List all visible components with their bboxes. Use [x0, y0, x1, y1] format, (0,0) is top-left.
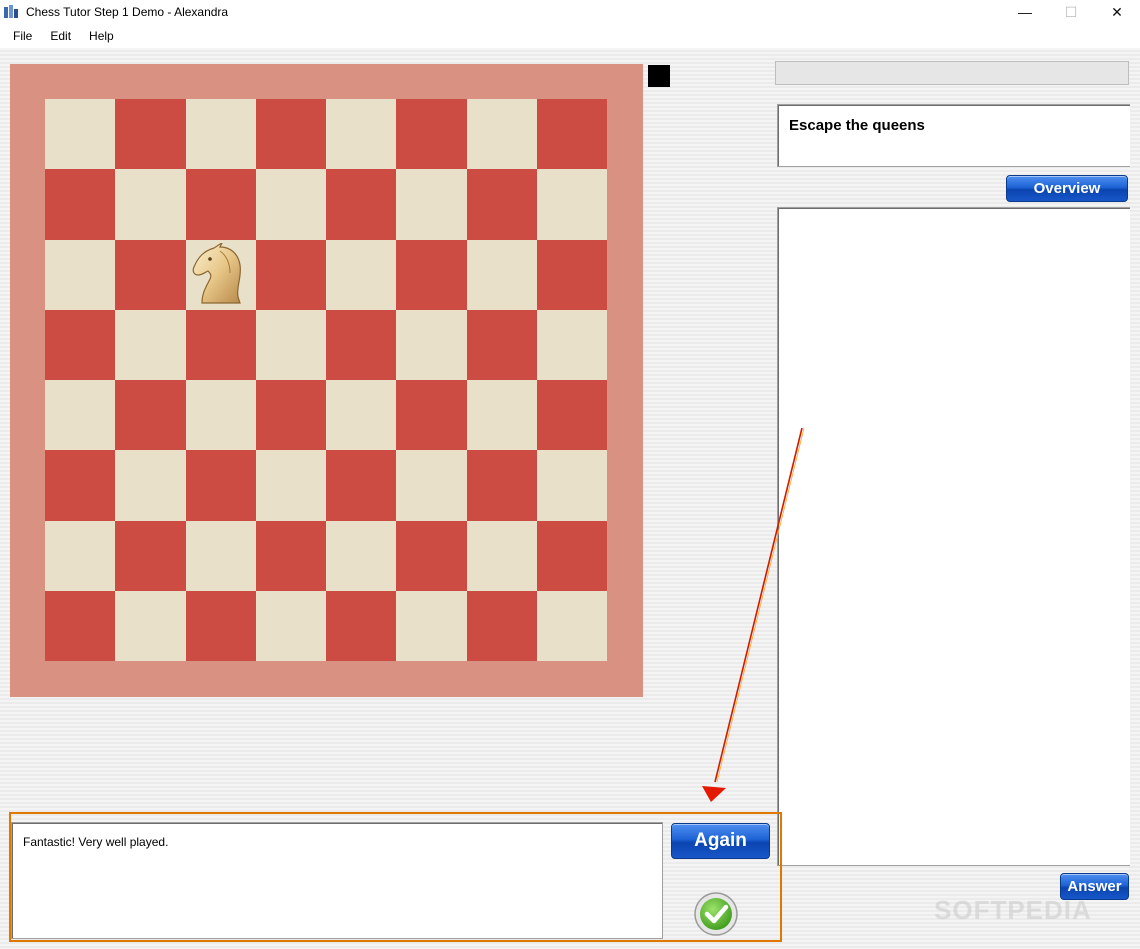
- square-h1[interactable]: [536, 590, 607, 661]
- square-g8[interactable]: [466, 99, 537, 170]
- square-d1[interactable]: [255, 590, 326, 661]
- title-bar: Chess Tutor Step 1 Demo - Alexandra — ☐ …: [0, 0, 1140, 24]
- square-f2[interactable]: [396, 520, 467, 591]
- square-e3[interactable]: [326, 450, 397, 521]
- square-h2[interactable]: [536, 520, 607, 591]
- square-e1[interactable]: [326, 590, 397, 661]
- square-a7[interactable]: [45, 169, 116, 240]
- window-title: Chess Tutor Step 1 Demo - Alexandra: [26, 5, 229, 19]
- turn-indicator: [648, 65, 670, 87]
- square-h8[interactable]: [536, 99, 607, 170]
- square-d7[interactable]: [255, 169, 326, 240]
- overview-button[interactable]: Overview: [1006, 175, 1128, 202]
- square-d8[interactable]: [255, 99, 326, 170]
- square-h7[interactable]: [536, 169, 607, 240]
- square-c2[interactable]: [185, 520, 256, 591]
- menu-help[interactable]: Help: [80, 29, 123, 43]
- menu-file[interactable]: File: [4, 29, 41, 43]
- square-c4[interactable]: [185, 380, 256, 451]
- square-d3[interactable]: [255, 450, 326, 521]
- square-d6[interactable]: [255, 239, 326, 310]
- square-g3[interactable]: [466, 450, 537, 521]
- square-g7[interactable]: [466, 169, 537, 240]
- square-a6[interactable]: [45, 239, 116, 310]
- square-c7[interactable]: [185, 169, 256, 240]
- square-b1[interactable]: [115, 590, 186, 661]
- square-a2[interactable]: [45, 520, 116, 591]
- square-g4[interactable]: [466, 380, 537, 451]
- menu-bar: File Edit Help: [0, 24, 1140, 48]
- square-d5[interactable]: [255, 309, 326, 380]
- square-f3[interactable]: [396, 450, 467, 521]
- square-h3[interactable]: [536, 450, 607, 521]
- square-f1[interactable]: [396, 590, 467, 661]
- square-c3[interactable]: [185, 450, 256, 521]
- square-c1[interactable]: [185, 590, 256, 661]
- square-g6[interactable]: [466, 239, 537, 310]
- square-b8[interactable]: [115, 99, 186, 170]
- minimize-button[interactable]: —: [1002, 0, 1048, 24]
- square-e8[interactable]: [326, 99, 397, 170]
- square-e4[interactable]: [326, 380, 397, 451]
- square-a4[interactable]: [45, 380, 116, 451]
- square-a3[interactable]: [45, 450, 116, 521]
- maximize-button[interactable]: ☐: [1048, 0, 1094, 24]
- square-f5[interactable]: [396, 309, 467, 380]
- square-g1[interactable]: [466, 590, 537, 661]
- square-b7[interactable]: [115, 169, 186, 240]
- close-button[interactable]: ✕: [1094, 0, 1140, 24]
- square-b3[interactable]: [115, 450, 186, 521]
- square-e5[interactable]: [326, 309, 397, 380]
- square-b6[interactable]: [115, 239, 186, 310]
- watermark: SOFTPEDIA: [934, 895, 1092, 925]
- square-f7[interactable]: [396, 169, 467, 240]
- square-e7[interactable]: [326, 169, 397, 240]
- notes-box[interactable]: [777, 207, 1130, 866]
- app-icon: [4, 5, 18, 18]
- square-c8[interactable]: [185, 99, 256, 170]
- square-a8[interactable]: [45, 99, 116, 170]
- task-title: Escape the queens: [789, 117, 925, 134]
- menu-edit[interactable]: Edit: [41, 29, 80, 43]
- annotation-arrow-icon: [702, 427, 805, 802]
- task-box: Escape the queens: [777, 104, 1130, 167]
- square-e6[interactable]: [326, 239, 397, 310]
- window-controls: — ☐ ✕: [1002, 0, 1140, 24]
- square-b5[interactable]: [115, 309, 186, 380]
- annotation-highlight-box: [9, 812, 782, 942]
- square-e2[interactable]: [326, 520, 397, 591]
- square-d4[interactable]: [255, 380, 326, 451]
- square-g2[interactable]: [466, 520, 537, 591]
- white-knight-icon[interactable]: [190, 243, 246, 305]
- progress-bar: [775, 61, 1129, 85]
- square-b2[interactable]: [115, 520, 186, 591]
- square-b4[interactable]: [115, 380, 186, 451]
- square-c5[interactable]: [185, 309, 256, 380]
- square-h6[interactable]: [536, 239, 607, 310]
- square-d2[interactable]: [255, 520, 326, 591]
- square-f4[interactable]: [396, 380, 467, 451]
- square-h4[interactable]: [536, 380, 607, 451]
- square-a5[interactable]: [45, 309, 116, 380]
- square-a1[interactable]: [45, 590, 116, 661]
- chess-board[interactable]: [45, 99, 607, 661]
- square-f6[interactable]: [396, 239, 467, 310]
- square-g5[interactable]: [466, 309, 537, 380]
- square-h5[interactable]: [536, 309, 607, 380]
- square-f8[interactable]: [396, 99, 467, 170]
